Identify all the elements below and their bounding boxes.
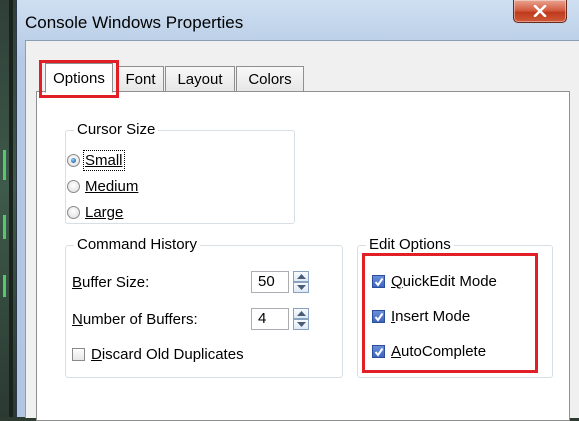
arrow-down-icon [297, 285, 306, 290]
radio-medium[interactable]: Medium [67, 178, 138, 195]
number-of-buffers-spinner[interactable] [293, 308, 309, 330]
discard-duplicates-checkbox[interactable]: Discard Old Duplicates [72, 346, 244, 363]
buffer-size-spinner[interactable] [293, 271, 309, 293]
cursor-size-title: Cursor Size [74, 121, 159, 138]
buffer-size-label: Buffer Size: [72, 274, 150, 291]
edit-options-highlight [362, 253, 538, 373]
radio-button[interactable] [67, 154, 80, 167]
radio-large[interactable]: Large [67, 204, 123, 221]
buffer-size-input[interactable]: 50 [251, 271, 289, 293]
number-of-buffers-input[interactable]: 4 [251, 308, 289, 330]
tab-label: Layout [177, 71, 223, 88]
radio-small[interactable]: Small [67, 150, 125, 171]
console-text-line [3, 150, 6, 180]
tab-label: Colors [248, 71, 292, 88]
radio-label: Large [85, 204, 124, 221]
console-text-line [3, 215, 6, 239]
spin-up-button[interactable] [293, 308, 309, 319]
command-history-title: Command History [74, 236, 201, 253]
arrow-up-icon [297, 311, 306, 316]
arrow-down-icon [297, 322, 306, 327]
options-tab-highlight [39, 60, 119, 98]
spin-down-button[interactable] [293, 319, 309, 330]
close-button[interactable] [513, 0, 567, 23]
tab-font[interactable]: Font [117, 66, 164, 92]
buffer-size-text: uffer Size: [82, 274, 150, 291]
console-text-line [3, 275, 6, 297]
title-bar[interactable]: Console Windows Properties [17, 0, 579, 40]
edit-options-title: Edit Options [366, 236, 454, 253]
radio-button[interactable] [67, 180, 80, 193]
properties-window: Console Windows Properties Options Font … [16, 0, 579, 421]
close-icon [533, 5, 547, 17]
spin-up-button[interactable] [293, 271, 309, 282]
radio-label: Small [83, 150, 125, 171]
console-background [0, 0, 16, 417]
spin-down-button[interactable] [293, 282, 309, 293]
tab-label: Font [125, 71, 156, 88]
window-title: Console Windows Properties [25, 13, 244, 32]
checkbox[interactable] [72, 348, 85, 361]
number-of-buffers-text: umber of Buffers: [82, 311, 198, 328]
tab-colors[interactable]: Colors [236, 66, 304, 92]
checkbox-label: Discard Old Duplicates [91, 346, 244, 363]
tab-layout[interactable]: Layout [165, 66, 235, 92]
radio-button[interactable] [67, 206, 80, 219]
radio-label: Medium [85, 178, 139, 195]
number-of-buffers-label: Number of Buffers: [72, 311, 198, 328]
arrow-up-icon [297, 274, 306, 279]
